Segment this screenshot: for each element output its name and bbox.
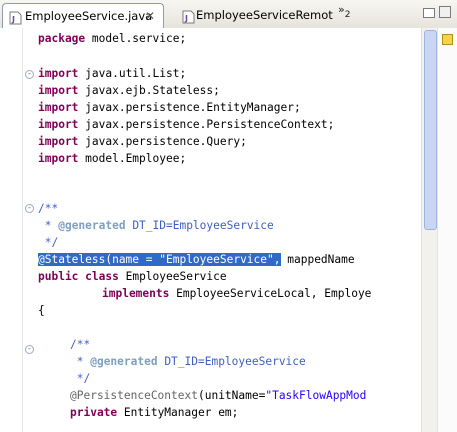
scrollbar-thumb[interactable]	[424, 30, 437, 230]
fold-collapse-icon[interactable]: -	[25, 70, 34, 79]
code-area[interactable]: package model.service; - import java.uti…	[0, 28, 421, 432]
overview-ruler[interactable]	[437, 28, 457, 432]
interface-file-icon: J	[182, 8, 195, 28]
code-line-17: implements EmployeeServiceLocal, Employe	[102, 287, 372, 300]
code-line-13: * @generated DT_ID=EmployeeService	[38, 219, 274, 232]
code-line-8: import model.Employee;	[38, 152, 187, 165]
overflow-count: 2	[344, 10, 351, 20]
selected-text: @Stateless(name = "EmployeeService",	[38, 253, 281, 266]
code-line-7: import javax.persistence.Query;	[38, 135, 247, 148]
code-line-6: import javax.persistence.PersistenceCont…	[38, 118, 335, 131]
code-line-15: @Stateless(name = "EmployeeService", map…	[38, 253, 355, 266]
minimize-icon[interactable]	[423, 8, 435, 18]
tab-overflow-button[interactable]: »2	[338, 3, 350, 20]
code-line-20: /**	[70, 338, 91, 351]
vertical-scrollbar[interactable]	[421, 28, 438, 432]
code-editor[interactable]: package model.service; - import java.uti…	[0, 28, 457, 432]
maximize-icon[interactable]	[439, 6, 451, 18]
java-file-icon: J	[9, 9, 22, 28]
chevron-double-right-icon: »	[338, 3, 345, 16]
code-line-22: */	[70, 372, 91, 385]
code-line-23: @PersistenceContext(unitName="TaskFlowAp…	[70, 389, 367, 402]
tab-employeeserviceremote[interactable]: J EmployeeServiceRemot	[176, 3, 334, 28]
tab-label: EmployeeServiceRemot	[196, 8, 333, 22]
code-line-1: package model.service;	[38, 32, 187, 45]
tab-employeeservice-java[interactable]: J EmployeeService.java ✕	[2, 3, 164, 28]
editor-tab-bar: J EmployeeService.java ✕ J EmployeeServi…	[0, 0, 457, 29]
close-icon[interactable]: ✕	[145, 4, 155, 28]
fold-collapse-icon[interactable]: -	[25, 345, 34, 354]
code-line-3: import java.util.List;	[38, 67, 187, 80]
code-line-18: {	[38, 304, 45, 317]
code-line-14: */	[38, 236, 59, 249]
code-line-16: public class EmployeeService	[38, 270, 227, 283]
warning-marker-icon[interactable]	[442, 34, 453, 45]
code-line-21: * @generated DT_ID=EmployeeService	[70, 355, 306, 368]
tab-label: EmployeeService.java	[25, 9, 153, 23]
code-line-24: private EntityManager em;	[70, 406, 239, 419]
code-line-4: import javax.ejb.Stateless;	[38, 84, 220, 97]
fold-collapse-icon[interactable]: -	[25, 204, 34, 213]
svg-text:J: J	[184, 14, 188, 23]
code-line-12: /**	[38, 202, 59, 215]
svg-text:J: J	[11, 15, 15, 24]
code-line-5: import javax.persistence.EntityManager;	[38, 101, 301, 114]
